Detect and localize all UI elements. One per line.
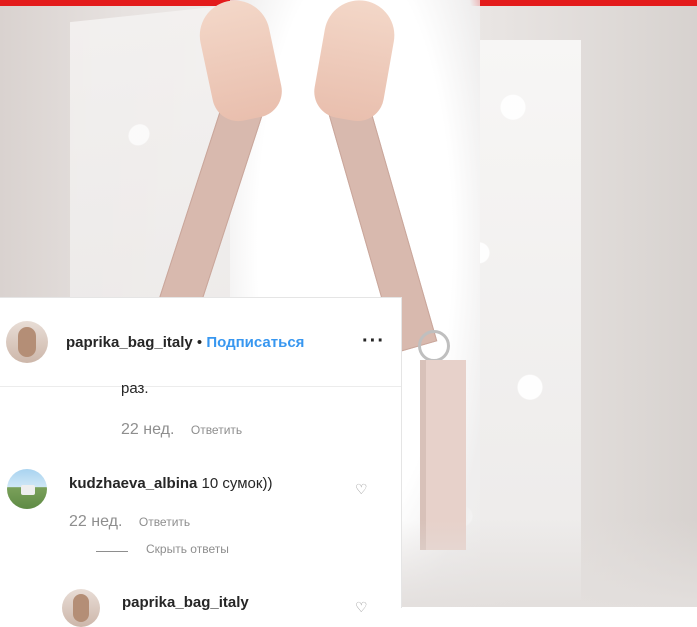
comment: kudzhaeva_albina 10 сумок)) [69,475,272,492]
strap-ring [418,330,450,362]
reply-avatar[interactable] [62,589,100,627]
commenter-username[interactable]: kudzhaeva_albina [69,475,197,492]
follow-button[interactable]: Подписаться [206,334,304,351]
reply-username[interactable]: paprika_bag_italy [122,594,249,611]
like-heart-icon[interactable]: ♡ [355,481,368,498]
comment-text: 10 сумок)) [197,475,273,492]
commenter-avatar[interactable] [7,469,47,509]
post-header: paprika_bag_italy • Подписаться ··· [0,298,401,387]
comment-time: 22 нед. [121,421,175,438]
hide-replies-line [96,551,128,552]
comment-meta: 22 нед. Ответить [121,421,242,439]
like-heart-icon[interactable]: ♡ [355,599,368,616]
comments-panel: paprika_bag_italy • Подписаться ··· раз.… [0,297,402,627]
reply-button[interactable]: Ответить [139,515,190,529]
hide-replies-button[interactable]: Скрыть ответы [146,542,229,556]
reply-button[interactable]: Ответить [191,423,242,437]
author-username[interactable]: paprika_bag_italy [66,334,193,351]
separator-dot: • [196,334,203,351]
comment-time: 22 нед. [69,513,123,530]
author-line: paprika_bag_italy • Подписаться [66,334,304,351]
comment-text-fragment: раз. [121,380,149,397]
comment-meta: 22 нед. Ответить [69,513,190,531]
author-avatar[interactable] [6,321,48,363]
more-options-icon[interactable]: ··· [362,330,385,353]
